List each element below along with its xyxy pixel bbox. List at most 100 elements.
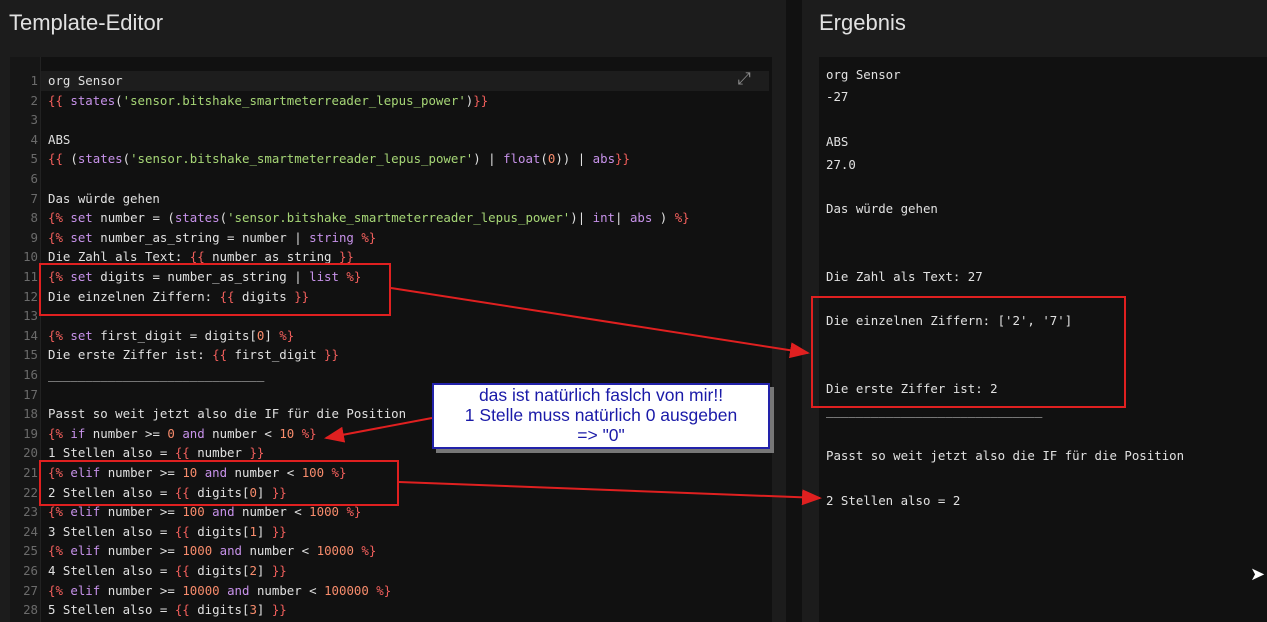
code-text: {% set number = (states('sensor.bitshake… — [48, 208, 690, 228]
line-number: 20 — [23, 445, 38, 461]
code-token: number >= — [107, 504, 183, 520]
code-text: ABS — [48, 130, 70, 150]
code-text: Passt so weit jetzt also die IF für die … — [48, 404, 406, 424]
code-token: string — [309, 229, 354, 245]
code-token: first_digit — [234, 347, 325, 363]
code-token: {% — [48, 269, 71, 284]
code-token: states — [174, 210, 220, 226]
code-text: {% if number >= 0 and number < 10 %} — [48, 424, 317, 444]
code-token: states — [77, 151, 123, 167]
code-line[interactable]: 5{{ (states('sensor.bitshake_smartmeterr… — [10, 149, 770, 169]
code-line[interactable]: 23 {% elif number >= 100 and number < 100… — [10, 502, 770, 522]
code-token: %} — [353, 229, 377, 245]
code-token: %} — [674, 210, 690, 226]
code-text: Die einzelnen Ziffern: {{ digits }} — [48, 287, 309, 307]
code-token: Die einzelnen Ziffern: — [48, 288, 220, 304]
code-token: }} — [271, 523, 287, 539]
code-token: 1000 — [309, 504, 339, 520]
result-line: Die einzelnen Ziffern: ['2', '7'] — [826, 313, 1073, 329]
code-text: {% set digits = number_as_string | list … — [48, 267, 361, 287]
code-token: %} — [294, 425, 317, 441]
code-token: }} — [271, 484, 287, 500]
code-token: number_as_string — [212, 249, 339, 265]
code-text: 3 Stellen also = {{ digits[1] }} — [48, 522, 287, 542]
code-token: number < — [256, 582, 325, 598]
template-editor-title: Template-Editor — [9, 10, 164, 35]
code-line[interactable]: 13 — [10, 306, 770, 326]
code-line[interactable]: 22 2 Stellen also = {{ digits[0] }} — [10, 483, 770, 503]
code-line[interactable]: 27 {% elif number >= 10000 and number < 1… — [10, 581, 770, 601]
code-token: {% — [48, 210, 71, 226]
line-number: 16 — [23, 367, 38, 382]
code-token: 100 — [182, 504, 205, 520]
code-token: number >= — [107, 465, 183, 480]
code-text: {% elif number >= 10 and number < 100 %} — [48, 463, 346, 483]
code-token: {{ — [174, 563, 198, 578]
code-line[interactable]: 24 3 Stellen also = {{ digits[1] }} — [10, 522, 770, 542]
code-text: 4 Stellen also = {{ digits[2] }} — [48, 561, 287, 581]
code-token: 100000 — [324, 582, 369, 598]
line-number: 12 — [23, 288, 38, 304]
code-line[interactable]: 4 ABS — [10, 130, 770, 150]
code-token: digits[ — [197, 523, 250, 539]
code-line[interactable]: 16 _____________________________ — [10, 365, 770, 385]
code-line[interactable]: 2 {{ states('sensor.bitshake_smartmeterre… — [10, 91, 770, 111]
code-line[interactable]: 14 {% set first_digit = digits[0] %} — [10, 326, 770, 346]
code-token: {% — [48, 543, 71, 559]
code-token: _____________________________ — [48, 367, 265, 382]
code-text: Das würde gehen — [48, 189, 160, 209]
code-line[interactable]: 3 — [10, 110, 770, 130]
code-token: }} — [271, 563, 287, 578]
code-line[interactable]: 8 {% set number = (states('sensor.bitshak… — [10, 208, 770, 228]
code-token: Die erste Ziffer ist: — [48, 347, 213, 363]
code-line[interactable]: 9 {% set number_as_string = number | stri… — [10, 228, 770, 248]
code-text: Die erste Ziffer ist: {{ first_digit }} — [48, 345, 339, 365]
code-token: 2 — [249, 563, 257, 578]
code-line[interactable]: 21 {% elif number >= 10 and number < 100 … — [10, 463, 770, 483]
code-line[interactable]: 15 Die erste Ziffer ist: {{ first_digit }… — [10, 345, 770, 365]
code-line[interactable]: 28 5 Stellen also = {{ digits[3] }} — [10, 600, 770, 620]
result-line: Die Zahl als Text: 27 — [826, 268, 983, 284]
code-token: digits[ — [197, 602, 250, 618]
code-token: digits[ — [197, 563, 250, 578]
code-token: 5 Stellen also = — [48, 602, 175, 618]
code-token: %} — [324, 465, 347, 480]
code-line[interactable]: 7 Das würde gehen — [10, 189, 770, 209]
code-line[interactable]: 1 org Sensor — [10, 71, 770, 91]
code-text: {% elif number >= 100 and number < 1000 … — [48, 502, 361, 522]
code-token: {% — [48, 465, 71, 480]
code-token: %} — [353, 543, 377, 559]
code-line[interactable]: 11 {% set digits = number_as_string | lis… — [10, 267, 770, 287]
result-line: Passt so weit jetzt also die IF für die … — [826, 447, 1185, 463]
code-token: 3 Stellen also = — [48, 523, 175, 539]
code-line[interactable]: 6 — [10, 169, 770, 189]
result-line: Das würde gehen — [826, 201, 938, 217]
code-token: ] — [256, 563, 272, 578]
code-text: {% elif number >= 1000 and number < 1000… — [48, 541, 376, 561]
code-token: 100 — [301, 465, 325, 480]
code-line[interactable]: 25 {% elif number >= 1000 and number < 10… — [10, 541, 770, 561]
fullscreen-expand-icon[interactable]: ⤢ — [731, 66, 757, 92]
code-token: 0 — [249, 484, 257, 500]
code-token: elif — [70, 582, 108, 598]
line-number: 11 — [23, 269, 38, 284]
code-line[interactable]: 10 Die Zahl als Text: {{ number_as_string… — [10, 247, 770, 267]
code-token: }} — [338, 249, 354, 265]
result-line: ABS — [826, 134, 849, 150]
code-token: {{ — [174, 602, 198, 618]
line-number: 17 — [23, 386, 38, 402]
code-line[interactable]: 12 Die einzelnen Ziffern: {{ digits }} — [10, 287, 770, 307]
code-token: ABS — [48, 131, 71, 147]
code-line[interactable]: 26 4 Stellen also = {{ digits[2] }} — [10, 561, 770, 581]
line-number: 27 — [23, 582, 38, 598]
code-token: %} — [368, 582, 392, 598]
code-token: ( — [70, 151, 78, 167]
code-token: 'sensor.bitshake_smartmeterreader_lepus_… — [122, 92, 466, 108]
code-token: }} — [271, 602, 287, 618]
code-token: {% — [48, 327, 71, 343]
code-editor[interactable]: 1 org Sensor 2{{ states('sensor.bitshake_s… — [10, 57, 772, 622]
line-number: 4 — [30, 131, 38, 147]
line-number: 21 — [23, 465, 38, 480]
result-line: org Sensor — [826, 67, 901, 82]
code-token: number < — [249, 543, 317, 559]
